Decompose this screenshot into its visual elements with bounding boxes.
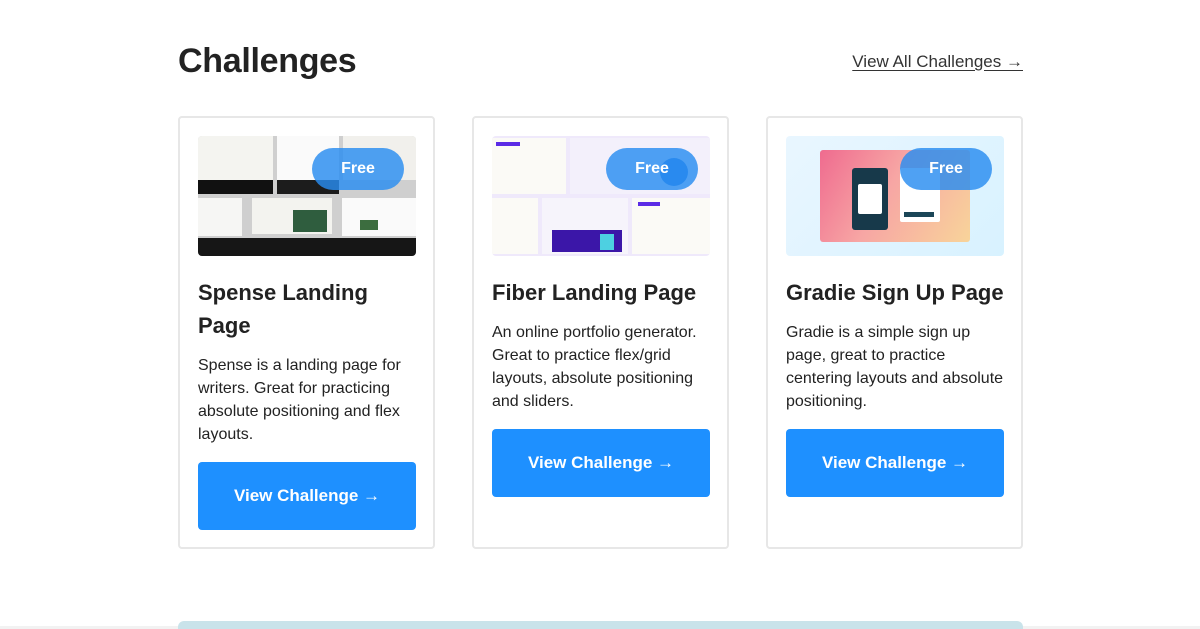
section-header: Challenges View All Challenges → <box>178 40 1023 84</box>
free-badge: Free <box>900 148 992 190</box>
view-all-challenges-link[interactable]: View All Challenges → <box>852 52 1023 72</box>
challenge-card-spense: Free Spense Landing Page Spense is a lan… <box>178 116 435 549</box>
card-title: Spense Landing Page <box>198 280 368 338</box>
card-description: Spense is a landing page for writers. Gr… <box>198 357 401 443</box>
card-description: An online portfolio generator. Great to … <box>492 324 697 410</box>
challenge-card-fiber: Free Fiber Landing Page An online portfo… <box>472 116 729 549</box>
challenge-thumbnail[interactable]: Free <box>198 136 416 256</box>
free-badge: Free <box>312 148 404 190</box>
challenge-thumbnail[interactable]: Free <box>786 136 1004 256</box>
card-title: Fiber Landing Page <box>492 280 697 305</box>
challenge-thumbnail[interactable]: Free <box>492 136 710 256</box>
page-title: Challenges <box>178 42 357 80</box>
view-challenge-button[interactable]: View Challenge → <box>786 429 1004 497</box>
view-challenge-button[interactable]: View Challenge → <box>198 462 416 530</box>
challenge-card-gradie: Free Gradie Sign Up Page Gradie is a sim… <box>766 116 1023 549</box>
next-section-band <box>178 621 1023 629</box>
view-challenge-button[interactable]: View Challenge → <box>492 429 710 497</box>
card-title: Gradie Sign Up Page <box>786 280 1004 305</box>
free-badge: Free <box>606 148 698 190</box>
card-description: Gradie is a simple sign up page, great t… <box>786 324 1004 410</box>
